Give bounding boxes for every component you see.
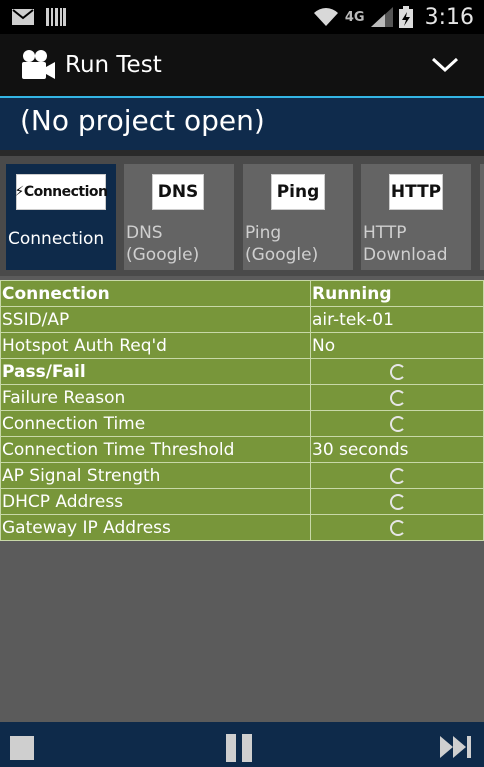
row-label: Gateway IP Address [0, 514, 311, 541]
row-label: Connection Time [0, 410, 311, 437]
loading-spinner-icon [389, 519, 406, 536]
tile-connection[interactable]: ⚡Connection Connection [6, 164, 116, 270]
gmail-icon [12, 9, 34, 25]
table-row: Failure Reason [0, 384, 484, 411]
row-label: Hotspot Auth Req'd [0, 332, 311, 359]
row-value: 30 seconds [310, 436, 484, 463]
row-label: Failure Reason [0, 384, 311, 411]
loading-spinner-icon [389, 493, 406, 510]
table-row: Gateway IP Address [0, 514, 484, 541]
cell-signal-icon [370, 7, 393, 27]
table-row: AP Signal Strength [0, 462, 484, 489]
menu-dropdown-button[interactable] [430, 55, 460, 75]
table-row: DHCP Address [0, 488, 484, 515]
dns-badge: DNS [152, 174, 204, 210]
control-bar [0, 722, 484, 767]
video-camera-icon [22, 50, 55, 79]
table-row: SSID/AP air-tek-01 [0, 306, 484, 333]
pause-bar [242, 734, 252, 762]
project-banner[interactable]: (No project open) [0, 98, 484, 150]
ping-badge: Ping [271, 174, 325, 210]
row-value [310, 514, 484, 541]
fast-forward-icon[interactable] [440, 736, 474, 758]
chevron-down-icon [431, 57, 459, 73]
table-row: Pass/Fail [0, 358, 484, 385]
status-bar: 4G 3:16 [0, 0, 484, 34]
tile-label: Ping (Google) [245, 223, 319, 265]
row-label: SSID/AP [0, 306, 311, 333]
row-value [310, 462, 484, 489]
barcode-icon [46, 8, 66, 26]
table-row: Connection Time Threshold 30 seconds [0, 436, 484, 463]
stop-icon[interactable] [10, 736, 34, 760]
row-value: No [310, 332, 484, 359]
test-selector: ⚡Connection Connection DNS DNS (Google) … [0, 156, 484, 276]
row-value [310, 358, 484, 385]
wifi-icon [313, 8, 338, 26]
row-label: AP Signal Strength [0, 462, 311, 489]
clock: 3:16 [424, 4, 474, 30]
row-value [310, 384, 484, 411]
project-status-text: (No project open) [20, 104, 265, 137]
tile-label: Connection [8, 229, 105, 249]
header-cell: Connection [0, 280, 311, 307]
row-label: DHCP Address [0, 488, 311, 515]
results-table: Connection Running SSID/AP air-tek-01 Ho… [0, 280, 484, 541]
page-title: Run Test [65, 52, 162, 78]
loading-spinner-icon [389, 363, 406, 380]
row-value [310, 488, 484, 515]
row-value [310, 410, 484, 437]
row-value: air-tek-01 [310, 306, 484, 333]
loading-spinner-icon [389, 467, 406, 484]
table-row: Connection Time [0, 410, 484, 437]
loading-spinner-icon [389, 415, 406, 432]
tile-more[interactable] [480, 164, 484, 270]
table-header-row: Connection Running [0, 280, 484, 307]
http-badge: HTTP [389, 174, 443, 210]
table-row: Hotspot Auth Req'd No [0, 332, 484, 359]
pause-icon[interactable] [226, 734, 252, 762]
row-label: Pass/Fail [0, 358, 311, 385]
tile-ping[interactable]: Ping Ping (Google) [243, 164, 353, 270]
battery-icon [398, 6, 413, 28]
tile-label: DNS (Google) [126, 223, 200, 265]
tile-label: HTTP Download [363, 223, 448, 265]
tile-http[interactable]: HTTP HTTP Download [361, 164, 471, 270]
header-cell: Running [310, 280, 484, 307]
row-label: Connection Time Threshold [0, 436, 311, 463]
tile-dns[interactable]: DNS DNS (Google) [124, 164, 234, 270]
action-bar: Run Test [0, 34, 484, 96]
connection-badge: ⚡Connection [14, 174, 108, 210]
pause-bar [226, 734, 236, 762]
network-type-label: 4G [344, 9, 365, 25]
loading-spinner-icon [389, 389, 406, 406]
